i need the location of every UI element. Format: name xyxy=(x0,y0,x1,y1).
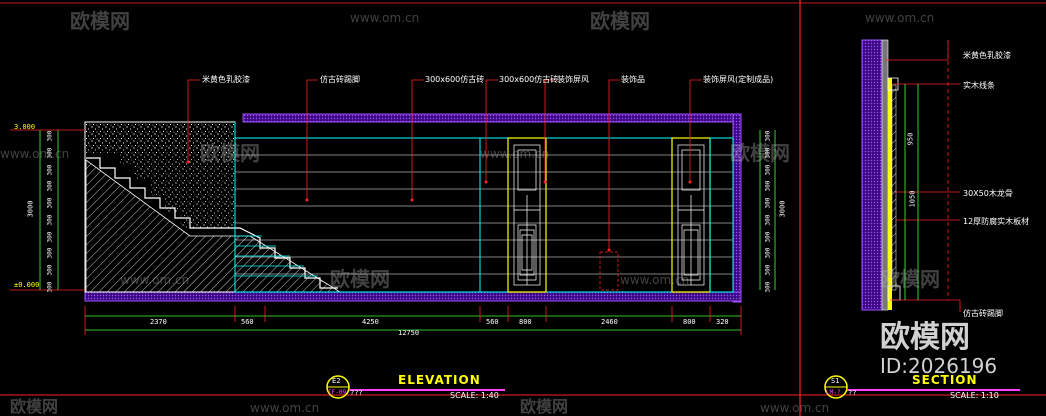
callout-4: 300x600仿古砖 xyxy=(499,75,559,84)
bottom-dim: 4250 xyxy=(362,318,379,326)
section-tag-bottom: LM-? xyxy=(826,389,841,396)
right-dim: 300 xyxy=(764,164,772,176)
elevation-scale: SCALE: 1:40 xyxy=(450,391,499,400)
right-dim: 300 xyxy=(764,147,772,159)
cad-drawing-canvas[interactable]: 欧模网 www.om.cn 欧模网 www.om.cn 欧模网 www.om.c… xyxy=(0,0,1046,416)
callout-1: 米黄色乳胶漆 xyxy=(202,75,250,84)
section-dim-1: 950 xyxy=(906,132,915,146)
elevation-title: ELEVATION xyxy=(398,373,481,387)
bottom-dim: 2370 xyxy=(150,318,167,326)
section-callout-1: 米黄色乳胶漆 xyxy=(963,51,1011,60)
svg-text:欧模网: 欧模网 xyxy=(590,9,650,33)
right-dim: 300 xyxy=(764,180,772,192)
svg-text:www.om.cn: www.om.cn xyxy=(120,273,189,287)
svg-text:www.om.cn: www.om.cn xyxy=(350,11,419,25)
svg-text:欧模网: 欧模网 xyxy=(520,397,568,416)
svg-text:www.om.cn: www.om.cn xyxy=(865,11,934,25)
section-scale: SCALE: 1:10 xyxy=(950,391,999,400)
left-dim: 300 xyxy=(46,130,54,142)
left-dim: 300 xyxy=(46,147,54,159)
svg-text:www.om.cn: www.om.cn xyxy=(250,401,319,415)
left-total-dim: 3000 xyxy=(26,200,35,218)
svg-text:欧模网: 欧模网 xyxy=(200,141,260,165)
bottom-dim: 560 xyxy=(241,318,254,326)
left-dim-stack: 300 300 300 300 300 300 300 300 300 300 xyxy=(44,130,56,293)
left-dim: 300 xyxy=(46,197,54,209)
svg-text:欧模网: 欧模网 xyxy=(880,267,940,291)
bottom-dim: 800 xyxy=(683,318,696,326)
left-dim: 300 xyxy=(46,281,54,293)
svg-text:www.om.cn: www.om.cn xyxy=(480,147,549,161)
svg-text:欧模网: 欧模网 xyxy=(70,9,130,33)
level-bottom: ±0.000 xyxy=(14,281,40,289)
svg-text:欧模网: 欧模网 xyxy=(330,267,390,291)
section-tag-top: S1 xyxy=(831,377,840,385)
left-dim: 300 xyxy=(46,264,54,276)
callout-2: 仿古砖踢脚 xyxy=(320,75,360,84)
right-total-dim: 3000 xyxy=(778,200,787,218)
watermark-id: ID:2026196 xyxy=(880,354,998,378)
bottom-dim: 560 xyxy=(486,318,499,326)
right-dim: 300 xyxy=(764,281,772,293)
right-dim: 300 xyxy=(764,248,772,259)
elevation-drawing xyxy=(10,79,776,399)
svg-text:www.om.cn: www.om.cn xyxy=(0,147,69,161)
level-top: 3.000 xyxy=(14,123,36,131)
callout-3: 300x600仿古砖 xyxy=(425,75,485,84)
right-dim: 300 xyxy=(764,197,772,209)
elevation-tag-bottom: IF-09 xyxy=(328,389,347,396)
elevation-tag-extra: ??? xyxy=(350,389,363,397)
right-dim: 300 xyxy=(764,130,772,142)
callout-7: 装饰屏风(定制成品) xyxy=(703,75,774,84)
elevation-tag-top: E2 xyxy=(332,377,341,385)
left-dim: 300 xyxy=(46,248,54,259)
left-dim: 300 xyxy=(46,164,54,176)
svg-text:www.om.cn: www.om.cn xyxy=(760,401,829,415)
right-dim: 300 xyxy=(764,231,772,243)
bottom-dim: 320 xyxy=(716,318,729,326)
section-dim-2: 1050 xyxy=(908,190,917,208)
bottom-dim: 2460 xyxy=(601,318,618,326)
right-dim: 300 xyxy=(764,264,772,276)
right-dim-stack: 300 300 300 300 300 300 300 300 300 300 xyxy=(762,130,774,293)
section-callout-3: 30X50木龙骨 xyxy=(963,189,1013,198)
bottom-dim: 800 xyxy=(519,318,532,326)
section-callout-4: 12厚防腐实木板材 xyxy=(963,217,1030,226)
svg-text:欧模网: 欧模网 xyxy=(730,141,790,165)
section-tag-extra: ?? xyxy=(848,389,857,397)
svg-text:www.om.cn: www.om.cn xyxy=(620,273,689,287)
section-callout-2: 实木线条 xyxy=(963,81,995,90)
bottom-total-dim: 12750 xyxy=(398,329,420,337)
callout-6: 装饰品 xyxy=(621,75,645,84)
left-dim: 300 xyxy=(46,180,54,192)
left-dim: 300 xyxy=(46,231,54,243)
watermark-brand-large: 欧模网 xyxy=(880,320,970,355)
left-dim: 300 xyxy=(46,214,54,226)
callout-5: 装饰屏风 xyxy=(557,75,589,84)
right-dim: 300 xyxy=(764,214,772,226)
svg-text:欧模网: 欧模网 xyxy=(10,397,58,416)
